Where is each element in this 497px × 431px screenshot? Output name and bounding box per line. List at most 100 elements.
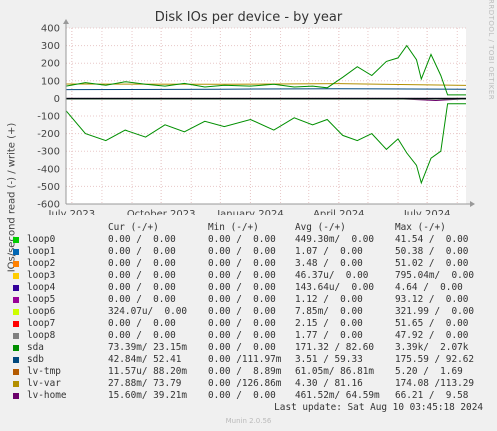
legend-swatch xyxy=(13,273,19,279)
y-tick-label: -400 xyxy=(37,164,60,175)
legend-min: 0.00 / 0.00 xyxy=(208,306,276,317)
legend-max: 4.64 / 0.00 xyxy=(395,282,463,293)
munin-graph: Disk IOs per device - by year IOs/second… xyxy=(0,0,497,431)
legend-swatch xyxy=(13,369,19,375)
legend-header-max: Max (-/+) xyxy=(395,222,446,233)
legend-name: loop6 xyxy=(27,306,56,317)
legend-swatch xyxy=(13,237,19,243)
munin-version: Munin 2.0.56 xyxy=(225,417,272,425)
legend-name: loop1 xyxy=(27,246,56,257)
legend-max: 321.99 / 0.00 xyxy=(395,306,475,317)
legend-max: 51.02 / 0.00 xyxy=(395,258,469,269)
legend-avg: 1.77 / 0.00 xyxy=(295,330,363,341)
legend-swatch xyxy=(13,333,19,339)
legend-min: 0.00 / 0.00 xyxy=(208,234,276,245)
legend-min: 0.00 / 0.00 xyxy=(208,246,276,257)
y-tick-label: 200 xyxy=(41,59,60,70)
legend-header-cur: Cur (-/+) xyxy=(108,222,159,233)
legend-max: 50.38 / 0.00 xyxy=(395,246,469,257)
x-tick-label: October 2023 xyxy=(127,209,196,215)
legend-cur: 0.00 / 0.00 xyxy=(108,234,176,245)
legend-avg: 143.64u/ 0.00 xyxy=(295,282,375,293)
legend-row: sdb 42.84m/ 52.41 0.00 /111.97m 3.51 / 59.3… xyxy=(10,354,490,366)
legend-swatch xyxy=(13,321,19,327)
legend-max: 5.20 / 1.69 xyxy=(395,366,463,377)
legend-name: loop3 xyxy=(27,270,56,281)
legend-max: 41.54 / 0.00 xyxy=(395,234,469,245)
legend-name: lv-var xyxy=(27,378,61,389)
x-tick-label: July 2024 xyxy=(403,209,451,215)
y-tick-label: 300 xyxy=(41,41,60,52)
legend-swatch xyxy=(13,357,19,363)
legend-row: loop5 0.00 / 0.00 0.00 / 0.00 1.12 / 0.00 93… xyxy=(10,294,490,306)
y-tick-label: -200 xyxy=(37,129,60,140)
legend-swatch xyxy=(13,297,19,303)
legend-avg: 2.15 / 0.00 xyxy=(295,318,363,329)
legend-cur: 11.57u/ 88.20m xyxy=(108,366,188,377)
legend-min: 0.00 / 0.00 xyxy=(208,270,276,281)
legend-cur: 27.88m/ 73.79 xyxy=(108,378,182,389)
legend-name: loop4 xyxy=(27,282,56,293)
legend-name: lv-tmp xyxy=(27,366,61,377)
x-axis-arrow-icon xyxy=(470,201,475,207)
y-tick-label: 100 xyxy=(41,76,60,87)
legend-cur: 42.84m/ 52.41 xyxy=(108,354,182,365)
legend-row: lv-var 27.88m/ 73.79 0.00 /126.86m 4.30 / 8… xyxy=(10,378,490,390)
legend-cur: 0.00 / 0.00 xyxy=(108,246,176,257)
legend-cur: 0.00 / 0.00 xyxy=(108,330,176,341)
legend-name: sdb xyxy=(27,354,44,365)
legend-name: loop7 xyxy=(27,318,56,329)
legend-cur: 15.60m/ 39.21m xyxy=(108,390,188,401)
legend-cur: 0.00 / 0.00 xyxy=(108,258,176,269)
legend-header: Cur (-/+) Min (-/+) Avg (-/+) Max (-/+) xyxy=(10,222,490,234)
legend-swatch xyxy=(13,249,19,255)
legend-max: 66.21 / 9.58 xyxy=(395,390,469,401)
x-tick-label: April 2024 xyxy=(313,209,364,215)
legend-swatch xyxy=(13,261,19,267)
legend-max: 47.92 / 0.00 xyxy=(395,330,469,341)
legend-row: loop3 0.00 / 0.00 0.00 / 0.00 46.37u/ 0.00 7… xyxy=(10,270,490,282)
legend-name: loop2 xyxy=(27,258,56,269)
legend-max: 51.65 / 0.00 xyxy=(395,318,469,329)
legend-avg: 46.37u/ 0.00 xyxy=(295,270,369,281)
legend-row: loop1 0.00 / 0.00 0.00 / 0.00 1.07 / 0.00 50… xyxy=(10,246,490,258)
legend-row: loop7 0.00 / 0.00 0.00 / 0.00 2.15 / 0.00 51… xyxy=(10,318,490,330)
legend-cur: 0.00 / 0.00 xyxy=(108,282,176,293)
legend-min: 0.00 / 0.00 xyxy=(208,330,276,341)
legend-min: 0.00 / 0.00 xyxy=(208,390,276,401)
last-update: Last update: Sat Aug 10 03:45:18 2024 xyxy=(274,402,483,413)
legend-min: 0.00 / 0.00 xyxy=(208,318,276,329)
legend-cur: 0.00 / 0.00 xyxy=(108,270,176,281)
y-axis-arrow-icon xyxy=(63,19,69,24)
legend-avg: 449.30m/ 0.00 xyxy=(295,234,375,245)
legend-avg: 171.32 / 82.60 xyxy=(295,342,375,353)
x-tick-label: July 2023 xyxy=(48,209,96,215)
legend-row: lv-home 15.60m/ 39.21m 0.00 / 0.00 461.52m/… xyxy=(10,390,490,402)
legend-swatch xyxy=(13,285,19,291)
legend-name: lv-home xyxy=(27,390,67,401)
legend-row: loop6 324.07u/ 0.00 0.00 / 0.00 7.85m/ 0.00… xyxy=(10,306,490,318)
x-tick-label: January 2024 xyxy=(216,209,284,215)
legend-min: 0.00 / 0.00 xyxy=(208,258,276,269)
legend-avg: 3.51 / 59.33 xyxy=(295,354,363,365)
legend-cur: 0.00 / 0.00 xyxy=(108,318,176,329)
legend-name: loop0 xyxy=(27,234,56,245)
y-tick-label: -300 xyxy=(37,147,60,158)
legend-header-avg: Avg (-/+) xyxy=(295,222,346,233)
legend-swatch xyxy=(13,345,19,351)
legend-swatch xyxy=(13,309,19,315)
legend-avg: 7.85m/ 0.00 xyxy=(295,306,363,317)
y-tick-label: 400 xyxy=(41,24,60,35)
legend-min: 0.00 / 0.00 xyxy=(208,342,276,353)
legend-header-min: Min (-/+) xyxy=(208,222,259,233)
legend-avg: 461.52m/ 64.59m xyxy=(295,390,380,401)
y-tick-label: 0 xyxy=(54,94,60,105)
legend-name: loop5 xyxy=(27,294,56,305)
legend-avg: 1.12 / 0.00 xyxy=(295,294,363,305)
legend-cur: 0.00 / 0.00 xyxy=(108,294,176,305)
legend-avg: 1.07 / 0.00 xyxy=(295,246,363,257)
legend-row: sda 73.39m/ 23.15m 0.00 / 0.00 171.32 / 82.… xyxy=(10,342,490,354)
legend-avg: 3.48 / 0.00 xyxy=(295,258,363,269)
chart-plot: -600-500-400-300-200-1000100200300400Jul… xyxy=(37,19,475,215)
legend-name: sda xyxy=(27,342,44,353)
